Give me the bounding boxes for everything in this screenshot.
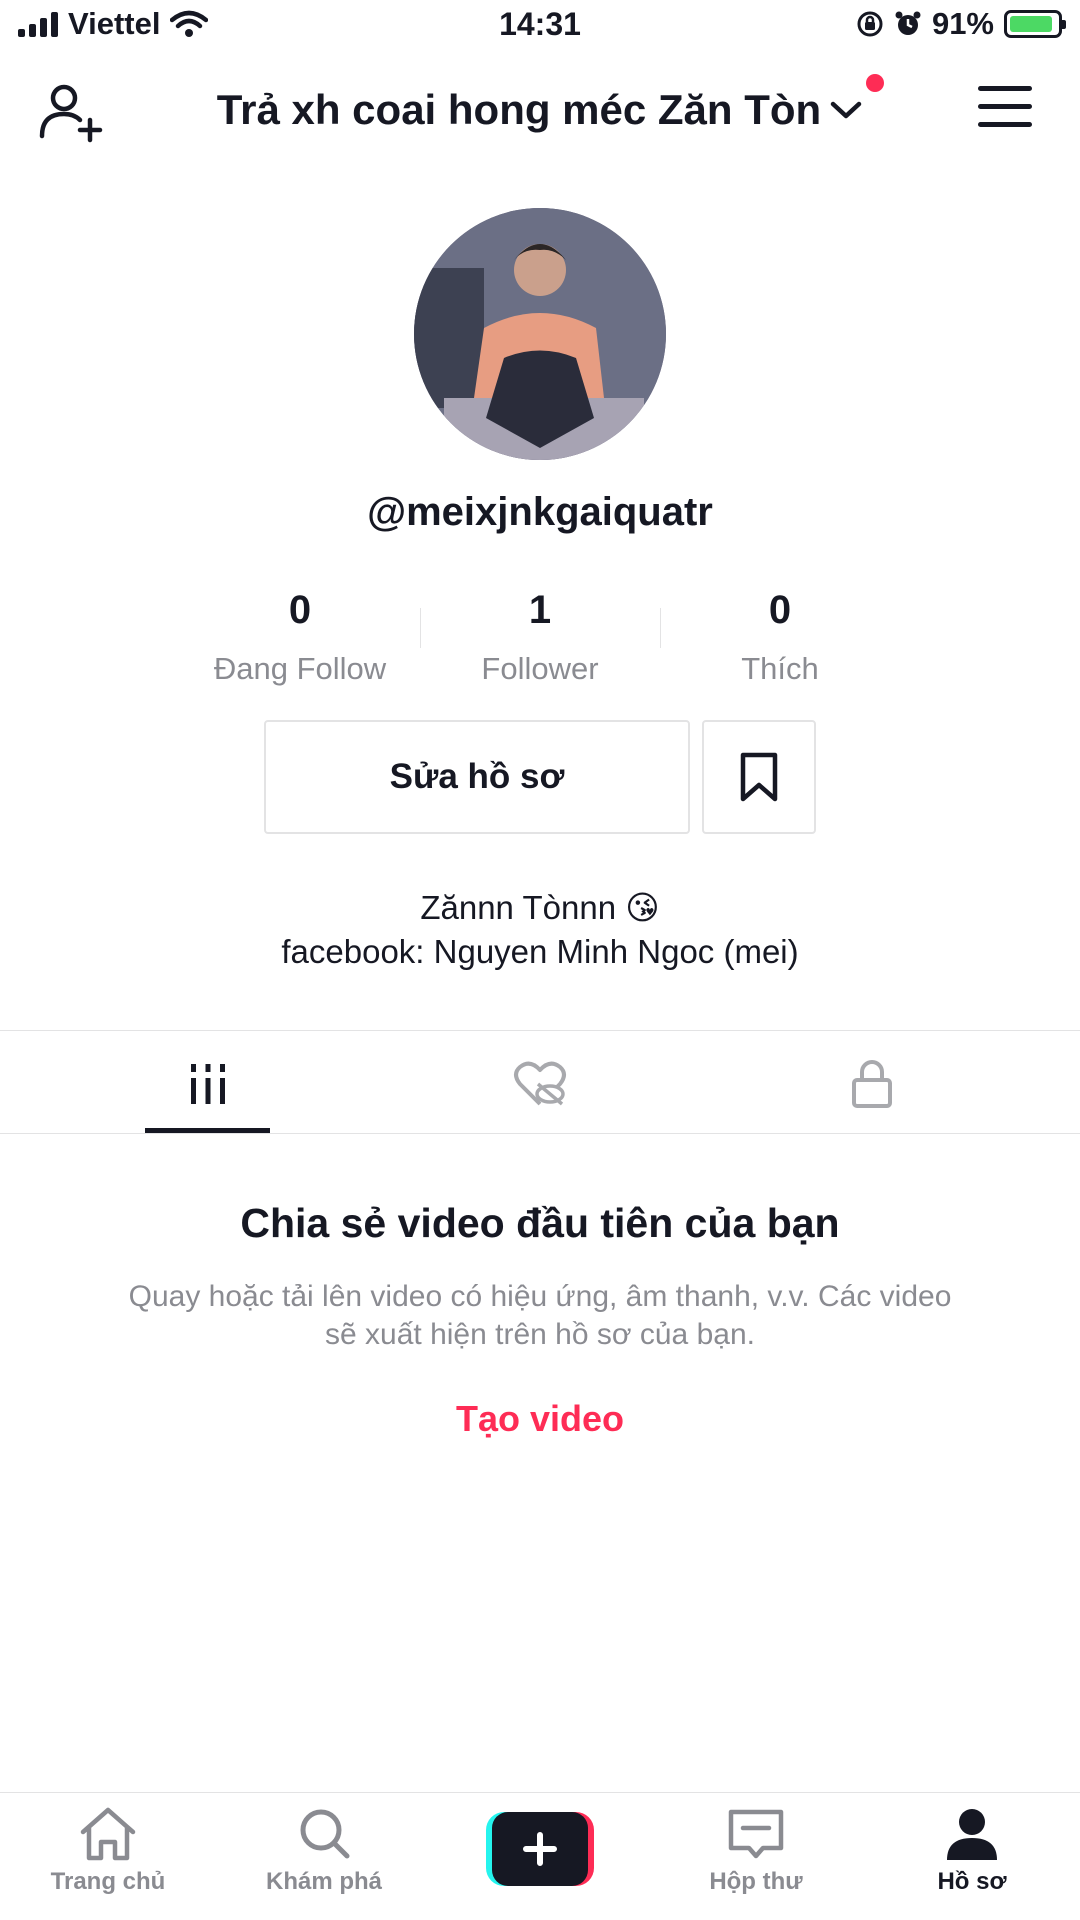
tab-videos[interactable] xyxy=(28,1044,388,1124)
inbox-icon xyxy=(728,1809,784,1859)
stat-following[interactable]: 0 Đang Follow xyxy=(180,588,420,687)
stat-followers[interactable]: 1 Follower xyxy=(420,588,660,687)
lock-icon xyxy=(852,1060,892,1108)
person-plus-icon xyxy=(39,84,103,143)
status-right: 91% xyxy=(856,6,1066,42)
bookmark-icon xyxy=(740,752,778,802)
tab-private[interactable] xyxy=(692,1044,1052,1124)
stat-likes-value: 0 xyxy=(768,588,792,632)
status-bar: Viettel 14:31 91% xyxy=(0,0,1080,54)
nav-inbox-label: Hộp thư xyxy=(709,1868,803,1895)
hamburger-menu-icon[interactable] xyxy=(978,86,1032,130)
stat-followers-label: Follower xyxy=(481,651,599,686)
profile-icon xyxy=(947,1809,997,1860)
divider xyxy=(0,1792,1080,1793)
stat-likes-label: Thích xyxy=(741,651,819,686)
stat-likes[interactable]: 0 Thích xyxy=(660,588,900,687)
divider xyxy=(0,1133,1080,1134)
favorites-button[interactable] xyxy=(702,720,816,834)
search-icon xyxy=(300,1809,350,1859)
battery-icon xyxy=(1004,10,1066,38)
videos-grid-icon xyxy=(191,1064,225,1104)
battery-percent: 91% xyxy=(931,6,994,41)
empty-state-title: Chia sẻ video đầu tiên của bạn xyxy=(240,1200,840,1246)
nav-profile-label: Hồ sơ xyxy=(937,1868,1007,1895)
divider xyxy=(0,1030,1080,1031)
bio-line: facebook: Nguyen Minh Ngoc (mei) xyxy=(281,933,799,970)
liked-hidden-icon xyxy=(514,1061,566,1106)
nav-inbox[interactable]: Hộp thư xyxy=(648,1806,864,1896)
account-switcher[interactable]: Trả xh coai hong méc Zăn Tòn xyxy=(150,86,930,134)
tab-liked[interactable] xyxy=(360,1044,720,1124)
alarm-icon xyxy=(895,11,921,35)
empty-state-description: Quay hoặc tải lên video có hiệu ứng, âm … xyxy=(128,1280,952,1351)
create-video-link[interactable]: Tạo video xyxy=(0,1398,1080,1440)
stat-following-value: 0 xyxy=(288,588,312,632)
nav-discover-label: Khám phá xyxy=(265,1868,382,1895)
username: @meixjnkgaiquatr xyxy=(367,490,713,534)
home-icon xyxy=(80,1807,136,1861)
plus-icon xyxy=(486,1812,594,1886)
add-friend-button[interactable] xyxy=(38,78,108,148)
rotation-lock-icon xyxy=(857,11,883,37)
create-button[interactable] xyxy=(486,1812,594,1886)
nav-profile[interactable]: Hồ sơ xyxy=(864,1806,1080,1896)
stat-followers-value: 1 xyxy=(528,588,552,632)
notification-dot xyxy=(866,74,884,92)
nav-home[interactable]: Trang chủ xyxy=(0,1806,216,1896)
page-title: Trả xh coai hong méc Zăn Tòn xyxy=(216,86,822,133)
bio-line: Zănnn Tònnn 😘 xyxy=(420,889,660,926)
avatar-image xyxy=(414,208,666,460)
stat-following-label: Đang Follow xyxy=(213,651,387,686)
chevron-down-icon xyxy=(830,101,862,119)
avatar[interactable] xyxy=(414,208,666,460)
nav-discover[interactable]: Khám phá xyxy=(216,1806,432,1896)
edit-profile-button[interactable]: Sửa hồ sơ xyxy=(264,720,690,834)
nav-home-label: Trang chủ xyxy=(50,1868,166,1895)
